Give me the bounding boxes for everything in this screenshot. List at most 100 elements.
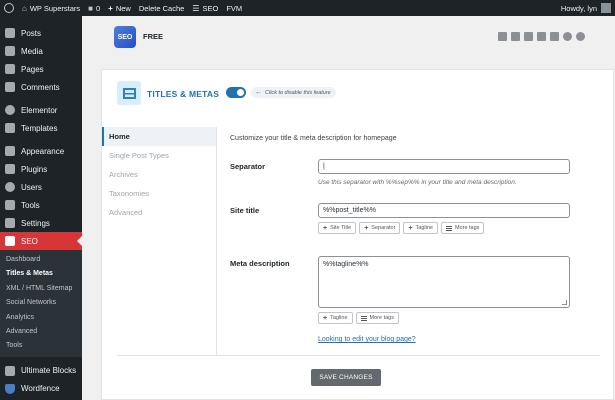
twitter-icon[interactable] [537, 32, 546, 41]
plug-icon [5, 164, 15, 174]
site-title-label: Site title [230, 206, 260, 215]
menu-icon [360, 315, 367, 321]
meta-description-tag-buttons: + Tagline More tags [318, 312, 399, 324]
more-tags-button[interactable]: More tags [440, 222, 485, 234]
meta-description-label: Meta description [230, 259, 290, 268]
arrow-left-icon: ← [255, 89, 262, 96]
submenu-analytics[interactable]: Analytics [0, 311, 82, 325]
form-description: Customize your title & meta description … [230, 135, 397, 142]
edit-blog-page-link[interactable]: Looking to edit your blog page? [318, 336, 416, 343]
table-icon [117, 81, 141, 105]
sidebar-item-pages[interactable]: Pages [0, 60, 82, 78]
sidebar-item-ultimate-blocks[interactable]: Ultimate Blocks [0, 362, 82, 380]
admin-bar: ⌂ WP Superstars ■ 0 + New Delete Cache ☰ SEO… [0, 0, 615, 16]
facebook-icon[interactable] [524, 32, 533, 41]
comment-bubble-icon: ■ [88, 3, 93, 13]
admin-sidebar: Posts Media Pages Comments Elementor Tem… [0, 16, 82, 400]
titles-metas-panel: TITLES & METAS ← Click to disable this fe… [101, 69, 614, 400]
separator-tag-button[interactable]: + Separator [359, 222, 401, 234]
tagline-tag-button[interactable]: + Tagline [318, 312, 353, 324]
plus-icon: + [364, 224, 369, 232]
feature-title: TITLES & METAS [147, 89, 220, 99]
separator-label: Separator [230, 162, 266, 171]
plus-icon: + [108, 3, 113, 13]
seo-logo: SEO [114, 26, 136, 48]
tab-advanced[interactable]: Advanced [102, 203, 216, 222]
shield-icon [5, 383, 15, 394]
folder-icon [5, 123, 15, 133]
comments-icon [5, 82, 15, 92]
wordpress-logo-icon[interactable] [0, 0, 18, 16]
account-menu[interactable]: Howdy, lyn [557, 0, 615, 16]
comments-link[interactable]: ■ 0 [84, 0, 104, 16]
submenu-dashboard[interactable]: Dashboard [0, 253, 82, 267]
plus-icon: + [323, 224, 328, 232]
tab-home[interactable]: Home [102, 127, 216, 146]
social-links [498, 32, 585, 41]
tab-archives[interactable]: Archives [102, 165, 216, 184]
save-changes-button[interactable]: SAVE CHANGES [311, 369, 381, 386]
blocks-icon [5, 365, 15, 376]
delete-cache-link[interactable]: Delete Cache [135, 0, 188, 16]
menu-icon [445, 225, 452, 231]
avatar [601, 3, 611, 13]
sidebar-item-settings[interactable]: Settings [0, 214, 82, 232]
info-icon[interactable] [563, 32, 572, 41]
pages-icon [5, 64, 15, 74]
fvm-link[interactable]: FVM [222, 0, 246, 16]
home-icon: ⌂ [22, 3, 27, 13]
settings-tabs: Home Single Post Types Archives Taxonomi… [102, 127, 217, 355]
sidebar-item-posts[interactable]: Posts [0, 24, 82, 42]
tab-single-post-types[interactable]: Single Post Types [102, 146, 216, 165]
tab-taxonomies[interactable]: Taxonomies [102, 184, 216, 203]
separator-note: Use this separator with %%sep%% in your … [318, 179, 517, 186]
sidebar-item-users[interactable]: Users [0, 178, 82, 196]
youtube-icon[interactable] [550, 32, 559, 41]
site-name-link[interactable]: ⌂ WP Superstars [18, 0, 84, 16]
plus-icon: + [408, 224, 413, 232]
sidebar-item-seo[interactable]: SEO [0, 232, 82, 250]
wrench-icon [5, 200, 15, 210]
document-icon[interactable] [498, 32, 507, 41]
feature-toggle[interactable] [226, 87, 246, 98]
plan-label: FREE [143, 32, 164, 41]
new-content-link[interactable]: + New [104, 0, 135, 16]
sidebar-item-media[interactable]: Media [0, 42, 82, 60]
toggle-hint: ← Click to disable this feature [251, 87, 336, 98]
more-tags-button[interactable]: More tags [355, 312, 399, 324]
site-title-input[interactable]: %%post_title%% [318, 203, 570, 218]
submenu-social-networks[interactable]: Social Networks [0, 296, 82, 310]
sidebar-item-plugins[interactable]: Plugins [0, 160, 82, 178]
pushpin-icon [5, 28, 15, 38]
user-icon [5, 182, 15, 192]
submenu-tools[interactable]: Tools [0, 339, 82, 353]
media-icon [5, 46, 15, 56]
plugin-header: SEO FREE [82, 16, 615, 60]
seo-menu-link[interactable]: ☰ SEO [188, 0, 222, 16]
submenu-sitemap[interactable]: XML / HTML Sitemap [0, 282, 82, 296]
meta-description-textarea[interactable]: %%tagline%% [318, 256, 570, 308]
seo-icon: ☰ [192, 3, 200, 13]
tagline-tag-button[interactable]: + Tagline [403, 222, 438, 234]
resize-handle[interactable] [562, 300, 567, 305]
sidebar-item-comments[interactable]: Comments [0, 78, 82, 96]
sidebar-item-elementor[interactable]: Elementor [0, 101, 82, 119]
submenu-titles-metas[interactable]: Titles & Metas [0, 267, 82, 281]
sidebar-item-templates[interactable]: Templates [0, 119, 82, 137]
sidebar-item-tools[interactable]: Tools [0, 196, 82, 214]
settings-icon [5, 218, 15, 228]
brush-icon [5, 146, 15, 156]
separator-input[interactable]: | [318, 159, 570, 174]
submenu-advanced[interactable]: Advanced [0, 325, 82, 339]
site-title-tag-buttons: + Site Title + Separator + Tagline More tag… [318, 222, 485, 234]
divider [117, 355, 600, 356]
help-icon[interactable] [576, 32, 585, 41]
seo-submenu: Dashboard Titles & Metas XML / HTML Site… [0, 250, 82, 357]
elementor-icon [5, 105, 15, 115]
sidebar-item-appearance[interactable]: Appearance [0, 142, 82, 160]
site-title-tag-button[interactable]: + Site Title [318, 222, 357, 234]
megaphone-icon[interactable] [511, 32, 520, 41]
sidebar-item-wordfence[interactable]: Wordfence [0, 380, 82, 398]
seo-icon [5, 236, 15, 246]
plus-icon: + [323, 314, 328, 322]
